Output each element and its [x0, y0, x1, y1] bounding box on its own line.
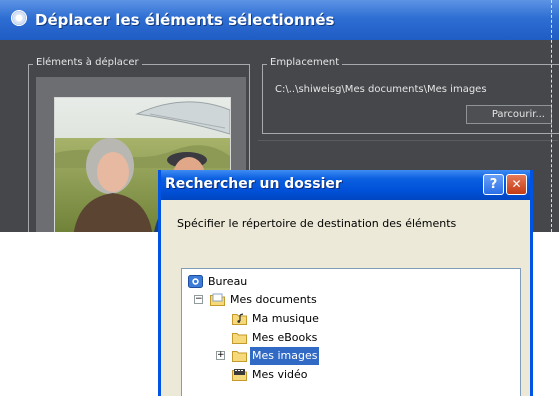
divider	[258, 140, 558, 141]
help-button[interactable]: ?	[483, 174, 504, 195]
video-folder-icon	[232, 369, 247, 381]
documents-folder-icon	[210, 293, 225, 306]
desktop-icon	[188, 275, 203, 288]
location-label: Emplacement	[267, 57, 343, 68]
folder-icon	[232, 333, 247, 344]
music-folder-icon	[232, 313, 247, 325]
destination-path: C:\..\shiweisg\Mes documents\Mes images	[275, 84, 487, 95]
collapse-expander[interactable]: −	[194, 295, 203, 304]
tree-item-label: Mes vidéo	[252, 368, 308, 381]
selection-edge	[550, 0, 552, 232]
expand-expander[interactable]: +	[216, 351, 225, 360]
tree-item-label: Bureau	[208, 275, 248, 288]
browse-button[interactable]: Parcourir...	[466, 105, 552, 124]
close-button[interactable]: ✕	[506, 174, 527, 195]
move-items-title: Déplacer les éléments sélectionnés	[35, 11, 335, 29]
tree-item-label: Mes images	[250, 347, 320, 365]
app-icon	[11, 10, 27, 26]
browse-folder-title: Rechercher un dossier	[165, 176, 342, 192]
instruction-text: Spécifier le répertoire de destination d…	[177, 217, 457, 230]
help-icon: ?	[489, 177, 498, 192]
close-icon: ✕	[511, 177, 522, 191]
tree-item-label: Mes documents	[230, 293, 317, 306]
move-items-titlebar[interactable]: Déplacer les éléments sélectionnés	[0, 0, 559, 40]
tree-item-label: Mes eBooks	[252, 331, 318, 344]
elements-to-move-label: Eléments à déplacer	[33, 57, 142, 68]
browse-folder-titlebar[interactable]: Rechercher un dossier ? ✕	[161, 170, 530, 200]
pictures-folder-icon	[232, 351, 247, 362]
browse-folder-dialog: Rechercher un dossier ? ✕ Spécifier le r…	[158, 170, 533, 396]
tree-item-label: Ma musique	[252, 312, 319, 325]
folder-tree[interactable]: Bureau − Mes documents Ma musique Mes eB…	[181, 268, 521, 396]
